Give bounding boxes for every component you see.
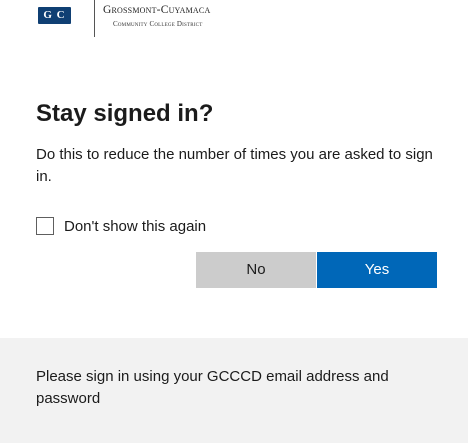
footer-panel: Please sign in using your GCCCD email ad… bbox=[0, 338, 468, 443]
org-subtitle: Community College District bbox=[113, 20, 203, 28]
footer-message: Please sign in using your GCCCD email ad… bbox=[36, 368, 389, 407]
description-text: Do this to reduce the number of times yo… bbox=[36, 146, 433, 185]
org-name: Grossmont-Cuyamaca bbox=[103, 4, 211, 16]
sign-in-page: G C Grossmont-Cuyamaca Community College… bbox=[0, 0, 468, 443]
yes-button[interactable]: Yes bbox=[317, 252, 437, 288]
no-button[interactable]: No bbox=[196, 252, 316, 288]
page-title: Stay signed in? bbox=[36, 100, 214, 127]
gc-logo-mark: G C bbox=[38, 7, 71, 24]
dont-show-again-checkbox[interactable] bbox=[36, 217, 54, 235]
logo-divider bbox=[94, 0, 95, 37]
dont-show-again-label[interactable]: Don't show this again bbox=[64, 216, 206, 238]
